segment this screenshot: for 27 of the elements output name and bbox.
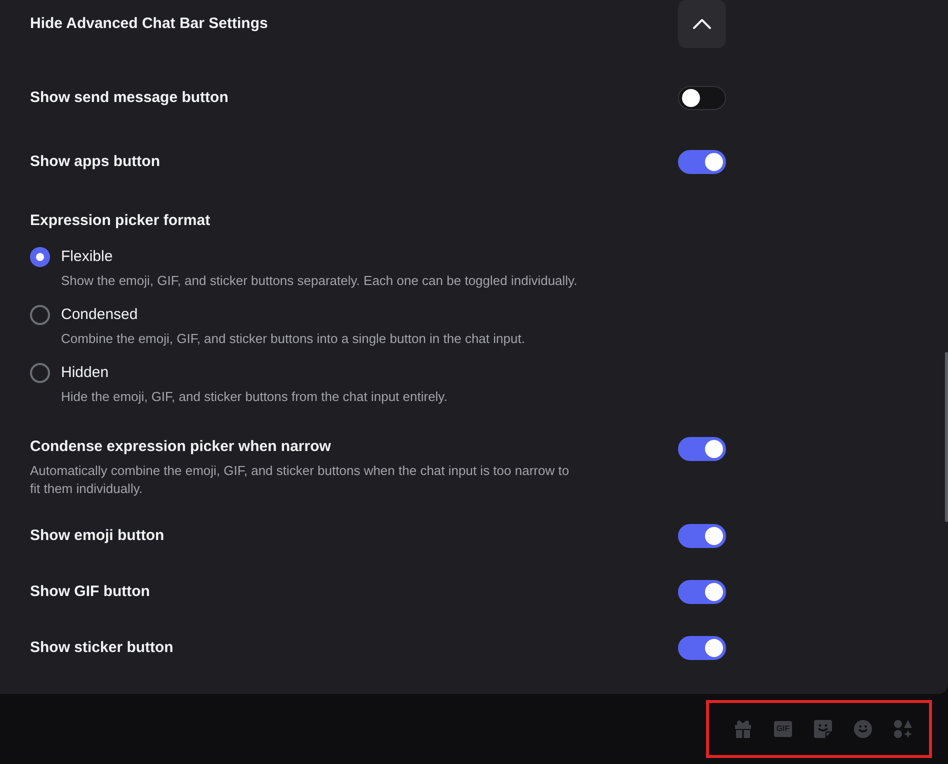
toggle-switch[interactable] [678, 580, 726, 604]
radio-button[interactable] [30, 247, 50, 267]
option-description: Show the emoji, GIF, and sticker buttons separately. Each one can be toggled individually. [61, 272, 578, 290]
setting-label: Show GIF button [30, 582, 150, 602]
toggle-switch[interactable] [678, 437, 726, 461]
option-label[interactable]: Flexible [61, 246, 113, 268]
setting-label: Show send message button [30, 88, 228, 108]
radio-button[interactable] [30, 363, 50, 383]
group-title: Expression picker format [30, 211, 210, 231]
option-description: Combine the emoji, GIF, and sticker buttons into a single button in the chat input. [61, 330, 525, 348]
option-label[interactable]: Condensed [61, 304, 138, 326]
radio-button[interactable] [30, 305, 50, 325]
collapse-button[interactable] [678, 0, 726, 48]
setting-label: Show emoji button [30, 526, 164, 546]
chevron-up-icon [693, 19, 711, 29]
option-description: Hide the emoji, GIF, and sticker buttons from the chat input entirely. [61, 388, 448, 406]
setting-label: Show apps button [30, 152, 160, 172]
setting-label: Show sticker button [30, 638, 174, 658]
setting-description: Automatically combine the emoji, GIF, and sticker buttons when the chat input is too narrow to fit them individually. [30, 462, 570, 498]
toggle-switch[interactable] [678, 150, 726, 174]
toggle-switch[interactable] [678, 86, 726, 110]
option-label[interactable]: Hidden [61, 362, 109, 384]
toggle-switch[interactable] [678, 636, 726, 660]
scrollbar-thumb[interactable] [945, 352, 948, 522]
setting-label: Condense expression picker when narrow [30, 437, 331, 457]
section-title: Hide Advanced Chat Bar Settings [30, 14, 268, 34]
toggle-switch[interactable] [678, 524, 726, 548]
